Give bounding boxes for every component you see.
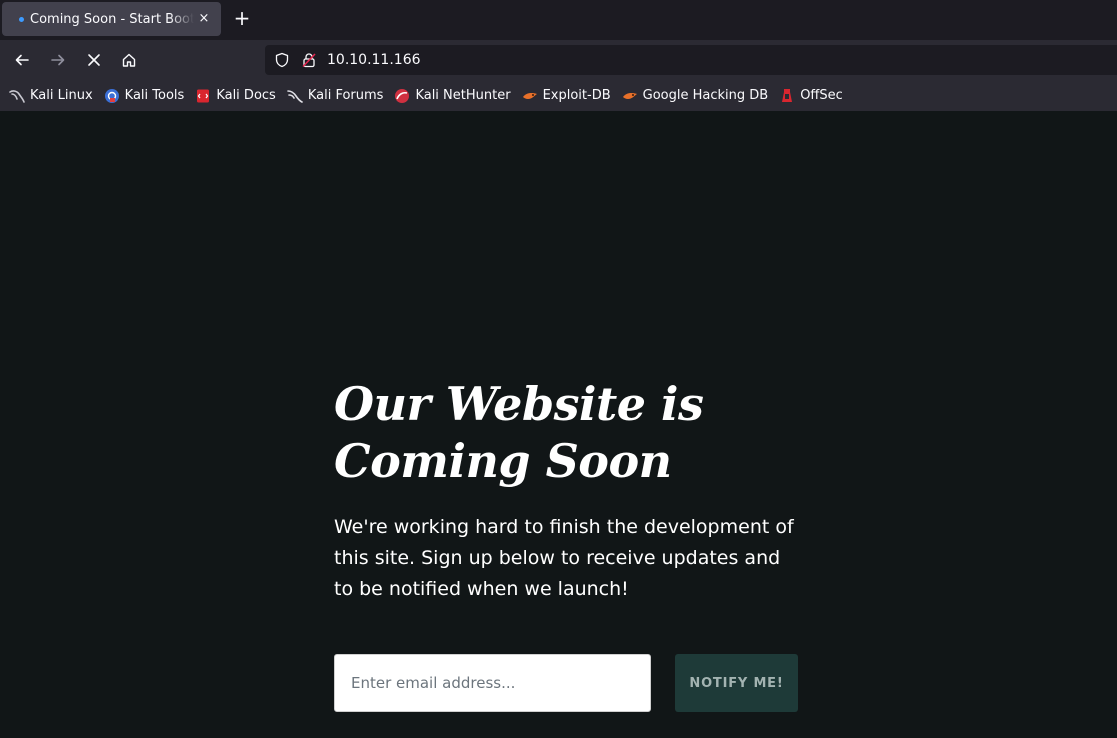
new-tab-button[interactable]: + <box>232 8 252 29</box>
bookmark-kali-forums[interactable]: Kali Forums <box>287 88 384 104</box>
ghdb-icon <box>622 92 637 99</box>
tab-close-icon[interactable]: × <box>197 12 211 26</box>
kali-dragon-icon <box>9 89 25 103</box>
bookmark-kali-docs[interactable]: Kali Docs <box>195 88 276 104</box>
offsec-icon <box>782 88 793 102</box>
browser-tab[interactable]: Coming Soon - Start Bootstrap × <box>2 2 221 36</box>
back-arrow-icon <box>15 54 29 66</box>
bookmark-kali-linux[interactable]: Kali Linux <box>9 88 93 104</box>
kali-forums-icon <box>287 89 303 103</box>
kali-docs-icon <box>197 89 210 102</box>
bookmark-offsec[interactable]: OffSec <box>779 88 843 104</box>
bookmark-exploit-db[interactable]: Exploit-DB <box>522 88 611 104</box>
page-headline: Our Website is Coming Soon <box>334 377 704 488</box>
home-button[interactable] <box>117 48 141 72</box>
forward-button[interactable] <box>46 48 70 72</box>
notify-me-button[interactable]: NOTIFY ME! <box>675 654 798 712</box>
bookmark-label: Kali Tools <box>124 88 185 103</box>
bookmark-label: Exploit-DB <box>542 88 611 103</box>
nethunter-icon <box>395 88 410 103</box>
exploit-db-icon <box>522 92 537 99</box>
tab-strip: Coming Soon - Start Bootstrap × + <box>0 0 1117 40</box>
bookmarks-toolbar: Kali Linux Kali Tools Kali Docs Kali For… <box>0 80 1117 111</box>
forward-arrow-icon <box>51 54 65 66</box>
insecure-lock-icon[interactable] <box>301 52 317 68</box>
bookmark-label: Kali Forums <box>307 88 384 103</box>
bookmark-kali-nethunter[interactable]: Kali NetHunter <box>394 88 511 104</box>
back-button[interactable] <box>10 48 34 72</box>
kali-tools-icon <box>104 88 119 103</box>
loading-indicator-icon <box>19 16 24 22</box>
bookmark-label: Kali Linux <box>30 88 93 103</box>
stop-button[interactable] <box>82 48 106 72</box>
stop-x-icon <box>88 54 100 66</box>
email-input[interactable] <box>334 654 651 712</box>
home-icon <box>122 53 136 67</box>
bookmark-google-hacking-db[interactable]: Google Hacking DB <box>622 88 769 104</box>
tracking-protection-shield-icon[interactable] <box>274 52 290 68</box>
page-viewport: Our Website is Coming Soon We're working… <box>0 111 1117 738</box>
url-bar[interactable]: 10.10.11.166 <box>265 45 1117 75</box>
url-text[interactable]: 10.10.11.166 <box>327 52 421 68</box>
page-subtext: We're working hard to finish the develop… <box>334 516 794 600</box>
bookmark-kali-tools[interactable]: Kali Tools <box>104 88 185 104</box>
tab-title: Coming Soon - Start Bootstrap <box>30 11 194 27</box>
bookmark-label: Google Hacking DB <box>642 88 769 103</box>
bookmark-label: OffSec <box>800 88 843 103</box>
bookmark-label: Kali Docs <box>216 88 276 103</box>
bookmark-label: Kali NetHunter <box>415 88 511 103</box>
